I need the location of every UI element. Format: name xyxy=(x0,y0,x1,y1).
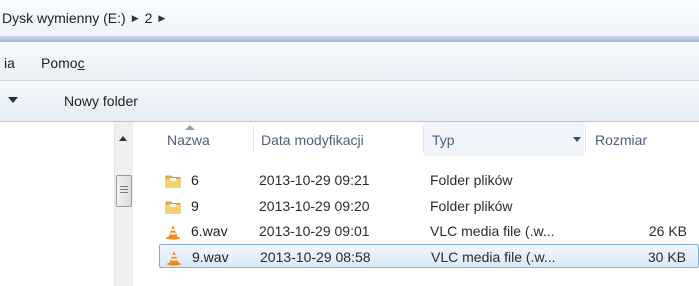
vlc-icon xyxy=(165,223,181,240)
breadcrumb-separator-icon[interactable]: ▶ xyxy=(158,13,165,24)
file-name: 9 xyxy=(191,198,199,214)
file-row[interactable]: 6.wav 2013-10-29 09:01 VLC media file (.w.… xyxy=(159,219,699,243)
folder-icon xyxy=(165,198,181,214)
folder-icon xyxy=(165,172,181,188)
breadcrumb-folder[interactable]: 2 xyxy=(145,10,153,26)
file-name: 6.wav xyxy=(191,223,228,239)
file-row[interactable]: 9 2013-10-29 09:20 Folder plików xyxy=(159,194,699,218)
file-date-modified: 2013-10-29 09:21 xyxy=(259,172,370,188)
column-header-row: Nazwa Data modyfikacji Typ Rozmiar xyxy=(133,122,699,156)
organize-dropdown-icon[interactable] xyxy=(8,97,18,103)
address-bar[interactable]: Dysk wymienny (E:) ▶ 2 ▶ xyxy=(0,0,699,42)
file-date-modified: 2013-10-29 08:58 xyxy=(260,249,371,265)
file-row[interactable]: 6 2013-10-29 09:21 Folder plików xyxy=(159,168,699,192)
file-list: Nazwa Data modyfikacji Typ Rozmiar 6 2013… xyxy=(133,122,699,286)
breadcrumb-separator-icon[interactable]: ▶ xyxy=(132,13,139,24)
column-divider[interactable] xyxy=(253,126,254,152)
command-bar: Nowy folder xyxy=(0,81,699,122)
scrollbar-thumb[interactable] xyxy=(116,175,132,207)
menu-bar: ia Pomoc xyxy=(0,42,699,81)
file-type: Folder plików xyxy=(430,198,513,214)
column-header-type[interactable]: Typ xyxy=(424,122,584,156)
menu-item-help[interactable]: Pomoc xyxy=(41,55,85,71)
file-date-modified: 2013-10-29 09:20 xyxy=(259,198,370,214)
file-date-modified: 2013-10-29 09:01 xyxy=(259,223,370,239)
file-type: VLC media file (.w... xyxy=(431,249,556,265)
file-type: Folder plików xyxy=(430,172,513,188)
file-size: 26 KB xyxy=(648,223,687,239)
file-type: VLC media file (.w... xyxy=(430,223,555,239)
breadcrumb: Dysk wymienny (E:) ▶ 2 ▶ xyxy=(2,8,165,28)
file-name: 9.wav xyxy=(192,249,229,265)
vlc-icon xyxy=(166,249,182,266)
column-header-name[interactable]: Nazwa xyxy=(167,122,247,156)
breadcrumb-drive[interactable]: Dysk wymienny (E:) xyxy=(2,10,126,26)
file-row[interactable]: 9.wav 2013-10-29 08:58 VLC media file (.w.… xyxy=(159,244,699,268)
menu-item-view[interactable]: ia xyxy=(4,55,15,71)
grip-line xyxy=(120,189,128,190)
grip-line xyxy=(120,186,128,187)
scroll-up-icon[interactable] xyxy=(119,136,127,141)
navigation-scrollbar[interactable] xyxy=(114,122,133,286)
column-header-size[interactable]: Rozmiar xyxy=(595,122,647,156)
file-name: 6 xyxy=(191,172,199,188)
column-filter-dropdown-icon[interactable] xyxy=(573,137,581,142)
file-size: 30 KB xyxy=(647,249,686,265)
grip-line xyxy=(120,192,128,193)
column-divider[interactable] xyxy=(585,126,586,152)
new-folder-button[interactable]: Nowy folder xyxy=(64,93,138,109)
navigation-pane xyxy=(0,122,114,286)
column-header-date[interactable]: Data modyfikacji xyxy=(261,122,364,156)
